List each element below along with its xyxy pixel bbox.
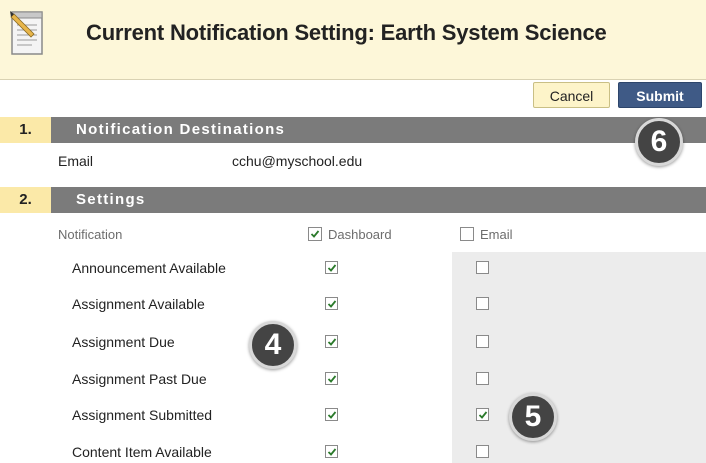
dashboard-checkbox[interactable] <box>325 408 338 421</box>
notification-label: Content Item Available <box>72 444 212 460</box>
step-number: 1. <box>0 117 51 143</box>
checkmark-icon <box>327 300 337 308</box>
notification-label: Assignment Past Due <box>72 371 207 387</box>
submit-button[interactable]: Submit <box>618 82 702 108</box>
notepad-icon <box>10 11 43 55</box>
callout-badge-6: 6 <box>635 118 683 166</box>
step-title: Notification Destinations <box>76 121 286 138</box>
checkmark-icon <box>327 264 337 272</box>
column-header-email: Email <box>460 226 513 244</box>
cancel-button[interactable]: Cancel <box>533 82 610 108</box>
callout-badge-4: 4 <box>249 321 297 369</box>
email-checkbox[interactable] <box>476 297 489 310</box>
dashboard-checkbox[interactable] <box>325 261 338 274</box>
dashboard-checkbox[interactable] <box>325 372 338 385</box>
checkmark-icon <box>327 411 337 419</box>
email-column-background <box>452 252 706 463</box>
email-checkbox[interactable] <box>476 335 489 348</box>
checkmark-icon <box>327 448 337 456</box>
notification-label: Announcement Available <box>72 260 226 276</box>
dashboard-checkbox[interactable] <box>325 335 338 348</box>
checkmark-icon <box>327 375 337 383</box>
step-title: Settings <box>76 191 146 208</box>
email-label: Email <box>58 153 94 169</box>
select-all-dashboard-checkbox[interactable] <box>308 227 322 241</box>
step-settings: 2. Settings <box>0 187 706 213</box>
email-checkbox[interactable] <box>476 445 489 458</box>
select-all-email-checkbox[interactable] <box>460 227 474 241</box>
column-header-dashboard: Dashboard <box>308 226 392 244</box>
dashboard-checkbox[interactable] <box>325 445 338 458</box>
email-checkbox[interactable] <box>476 261 489 274</box>
notification-label: Assignment Submitted <box>72 407 213 423</box>
page-header: Current Notification Setting: Earth Syst… <box>0 0 706 80</box>
step-number: 2. <box>0 187 51 213</box>
step-notification-destinations: 1. Notification Destinations <box>0 117 706 143</box>
checkmark-icon <box>310 230 320 238</box>
notification-label: Assignment Due <box>72 334 175 350</box>
email-header-label: Email <box>480 227 513 242</box>
column-header-notification: Notification <box>58 227 123 242</box>
email-address: cchu@myschool.edu <box>232 153 363 169</box>
checkmark-icon <box>478 411 488 419</box>
dashboard-checkbox[interactable] <box>325 297 338 310</box>
email-checkbox[interactable] <box>476 408 489 421</box>
checkmark-icon <box>327 338 337 346</box>
notification-label: Assignment Available <box>72 296 205 312</box>
callout-badge-5: 5 <box>509 393 557 441</box>
email-checkbox[interactable] <box>476 372 489 385</box>
dashboard-header-label: Dashboard <box>328 227 392 242</box>
page-title: Current Notification Setting: Earth Syst… <box>86 20 607 45</box>
